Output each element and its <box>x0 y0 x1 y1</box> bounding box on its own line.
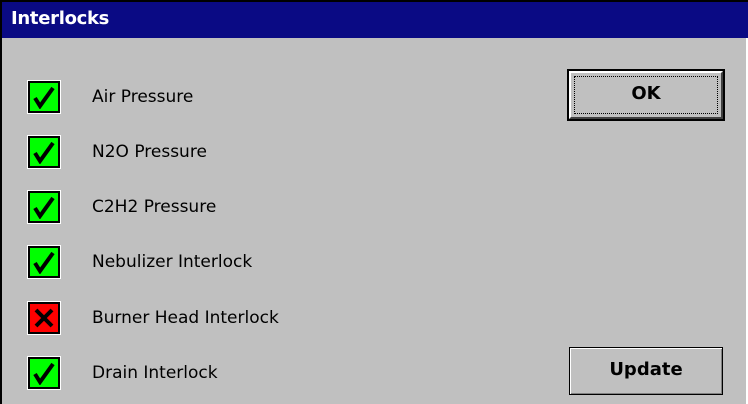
interlock-label: N2O Pressure <box>92 142 207 162</box>
check-icon <box>27 80 61 114</box>
interlock-row-nebulizer-interlock: Nebulizer Interlock <box>27 245 448 280</box>
interlock-label: Burner Head Interlock <box>92 308 279 328</box>
interlock-label: Nebulizer Interlock <box>92 252 253 272</box>
interlock-label: Air Pressure <box>92 87 194 107</box>
interlock-row-air-pressure: Air Pressure <box>27 80 448 115</box>
interlock-row-drain-interlock: Drain Interlock <box>27 356 448 391</box>
interlock-row-c2h2-pressure: C2H2 Pressure <box>27 190 448 225</box>
update-button[interactable]: Update <box>569 347 723 395</box>
x-icon <box>27 301 61 335</box>
window-title: Interlocks <box>11 8 110 29</box>
interlock-label: C2H2 Pressure <box>92 197 217 217</box>
interlocks-dialog: Interlocks Air Pressure N2O Pressure C2H… <box>0 0 748 404</box>
ok-button[interactable]: OK <box>567 69 725 121</box>
interlock-row-n2o-pressure: N2O Pressure <box>27 135 448 170</box>
interlock-row-burner-head-interlock: Burner Head Interlock <box>27 301 448 336</box>
check-icon <box>27 190 61 224</box>
check-icon <box>27 356 61 390</box>
title-bar: Interlocks <box>2 0 748 38</box>
check-icon <box>27 245 61 279</box>
interlock-label: Drain Interlock <box>92 363 218 383</box>
check-icon <box>27 135 61 169</box>
